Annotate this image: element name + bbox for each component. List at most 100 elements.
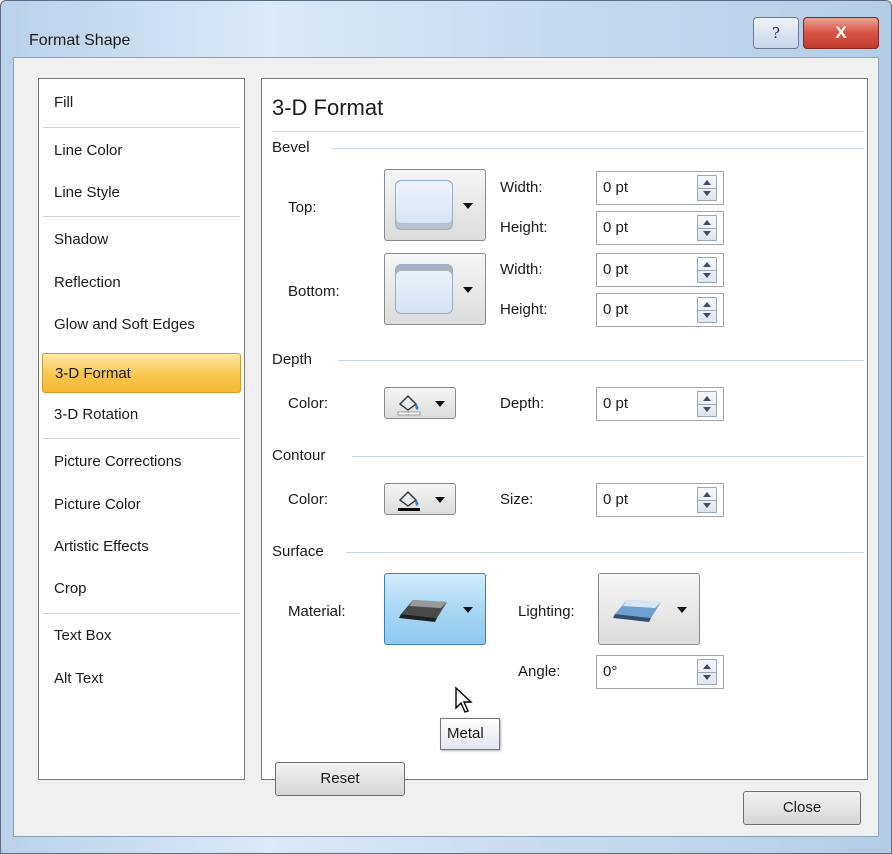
nav-item-text-box[interactable]: Text Box bbox=[42, 616, 241, 656]
depth-color-dropdown[interactable] bbox=[384, 387, 456, 419]
bevel-bottom-label: Bottom: bbox=[288, 283, 340, 300]
nav-separator bbox=[43, 127, 240, 128]
depth-label: Depth: bbox=[500, 395, 545, 412]
help-button[interactable]: ? bbox=[753, 17, 799, 49]
spin-arrows[interactable] bbox=[697, 175, 717, 201]
bevel-divider bbox=[332, 148, 864, 149]
nav-separator bbox=[43, 613, 240, 614]
bevel-bottom-width-value: 0 pt bbox=[603, 261, 629, 278]
material-label: Material: bbox=[288, 603, 346, 620]
spin-down-icon[interactable] bbox=[703, 407, 711, 412]
bevel-top-dropdown[interactable] bbox=[384, 169, 486, 241]
contour-size-label: Size: bbox=[500, 491, 534, 508]
bevel-top-height-spinner[interactable]: 0 pt bbox=[596, 211, 724, 245]
spin-arrows[interactable] bbox=[697, 297, 717, 323]
nav-item-shadow[interactable]: Shadow bbox=[42, 220, 241, 260]
contour-color-label: Color: bbox=[288, 491, 329, 508]
bevel-bottom-width-spinner[interactable]: 0 pt bbox=[596, 253, 724, 287]
bevel-top-height-value: 0 pt bbox=[603, 219, 629, 236]
depth-value: 0 pt bbox=[603, 395, 629, 412]
nav-item-glow-soft-edges[interactable]: Glow and Soft Edges bbox=[42, 305, 241, 345]
material-tooltip: Metal bbox=[440, 718, 500, 750]
spin-down-icon[interactable] bbox=[703, 675, 711, 680]
contour-divider bbox=[352, 456, 864, 457]
chevron-down-icon bbox=[435, 497, 445, 503]
nav-item-line-color[interactable]: Line Color bbox=[42, 131, 241, 171]
spin-arrows[interactable] bbox=[697, 215, 717, 241]
nav-separator bbox=[43, 438, 240, 439]
nav-item-3d-rotation[interactable]: 3-D Rotation bbox=[42, 395, 241, 435]
spin-down-icon[interactable] bbox=[703, 231, 711, 236]
chevron-down-icon bbox=[435, 401, 445, 407]
depth-spinner[interactable]: 0 pt bbox=[596, 387, 724, 421]
spin-up-icon[interactable] bbox=[703, 220, 711, 225]
bevel-bottom-width-label: Width: bbox=[500, 261, 543, 278]
paint-bucket-icon bbox=[397, 395, 421, 416]
paint-bucket-icon bbox=[398, 491, 420, 511]
spin-arrows[interactable] bbox=[697, 659, 717, 685]
spin-arrows[interactable] bbox=[697, 391, 717, 417]
nav-item-picture-corrections[interactable]: Picture Corrections bbox=[42, 442, 241, 482]
spin-up-icon[interactable] bbox=[703, 396, 711, 401]
spin-arrows[interactable] bbox=[697, 487, 717, 513]
nav-item-picture-color[interactable]: Picture Color bbox=[42, 485, 241, 525]
bevel-top-width-spinner[interactable]: 0 pt bbox=[596, 171, 724, 205]
bevel-heading: Bevel bbox=[272, 139, 310, 156]
close-icon: X bbox=[835, 23, 847, 42]
chevron-down-icon bbox=[677, 607, 687, 613]
title-close-button[interactable]: X bbox=[803, 17, 879, 49]
bevel-top-width-value: 0 pt bbox=[603, 179, 629, 196]
nav-item-reflection[interactable]: Reflection bbox=[42, 263, 241, 303]
bevel-bottom-dropdown[interactable] bbox=[384, 253, 486, 325]
help-icon: ? bbox=[771, 24, 781, 42]
category-list: Fill Line Color Line Style Shadow Reflec… bbox=[38, 78, 245, 780]
nav-item-line-style[interactable]: Line Style bbox=[42, 173, 241, 213]
bevel-bottom-height-spinner[interactable]: 0 pt bbox=[596, 293, 724, 327]
spin-down-icon[interactable] bbox=[703, 313, 711, 318]
spin-up-icon[interactable] bbox=[703, 664, 711, 669]
lighting-preview-icon bbox=[613, 600, 661, 622]
spin-up-icon[interactable] bbox=[703, 492, 711, 497]
surface-heading: Surface bbox=[272, 543, 324, 560]
lighting-dropdown[interactable] bbox=[598, 573, 700, 645]
dialog-title: Format Shape bbox=[29, 32, 131, 49]
material-preview-icon bbox=[399, 600, 447, 622]
panel-title: 3-D Format bbox=[272, 95, 384, 120]
mouse-pointer-icon bbox=[455, 686, 473, 713]
format-shape-dialog: Format Shape ? X Fill Line Color Line St… bbox=[0, 0, 892, 854]
spin-up-icon[interactable] bbox=[703, 302, 711, 307]
nav-item-crop[interactable]: Crop bbox=[42, 569, 241, 609]
spin-up-icon[interactable] bbox=[703, 262, 711, 267]
bevel-bottom-preview bbox=[395, 264, 453, 314]
angle-value: 0° bbox=[603, 663, 618, 680]
contour-size-spinner[interactable]: 0 pt bbox=[596, 483, 724, 517]
depth-divider bbox=[338, 360, 864, 361]
nav-separator bbox=[43, 216, 240, 217]
dialog-body: Fill Line Color Line Style Shadow Reflec… bbox=[13, 57, 879, 837]
bevel-top-height-label: Height: bbox=[500, 219, 548, 236]
spin-down-icon[interactable] bbox=[703, 191, 711, 196]
nav-item-fill[interactable]: Fill bbox=[42, 83, 241, 123]
contour-heading: Contour bbox=[272, 447, 326, 464]
spin-arrows[interactable] bbox=[697, 257, 717, 283]
chevron-down-icon bbox=[463, 203, 473, 209]
angle-label: Angle: bbox=[518, 663, 561, 680]
spin-down-icon[interactable] bbox=[703, 503, 711, 508]
contour-color-dropdown[interactable] bbox=[384, 483, 456, 515]
chevron-down-icon bbox=[463, 607, 473, 613]
nav-item-alt-text[interactable]: Alt Text bbox=[42, 659, 241, 699]
nav-item-artistic-effects[interactable]: Artistic Effects bbox=[42, 527, 241, 567]
nav-item-3d-format[interactable]: 3-D Format bbox=[42, 353, 241, 393]
chevron-down-icon bbox=[463, 287, 473, 293]
reset-button[interactable]: Reset bbox=[275, 762, 405, 796]
material-dropdown[interactable] bbox=[384, 573, 486, 645]
depth-heading: Depth bbox=[272, 351, 313, 368]
close-button[interactable]: Close bbox=[743, 791, 861, 825]
angle-spinner[interactable]: 0° bbox=[596, 655, 724, 689]
bevel-bottom-height-label: Height: bbox=[500, 301, 548, 318]
bevel-bottom-height-value: 0 pt bbox=[603, 301, 629, 318]
spin-down-icon[interactable] bbox=[703, 273, 711, 278]
contour-size-value: 0 pt bbox=[603, 491, 629, 508]
spin-up-icon[interactable] bbox=[703, 180, 711, 185]
title-divider bbox=[272, 131, 864, 132]
